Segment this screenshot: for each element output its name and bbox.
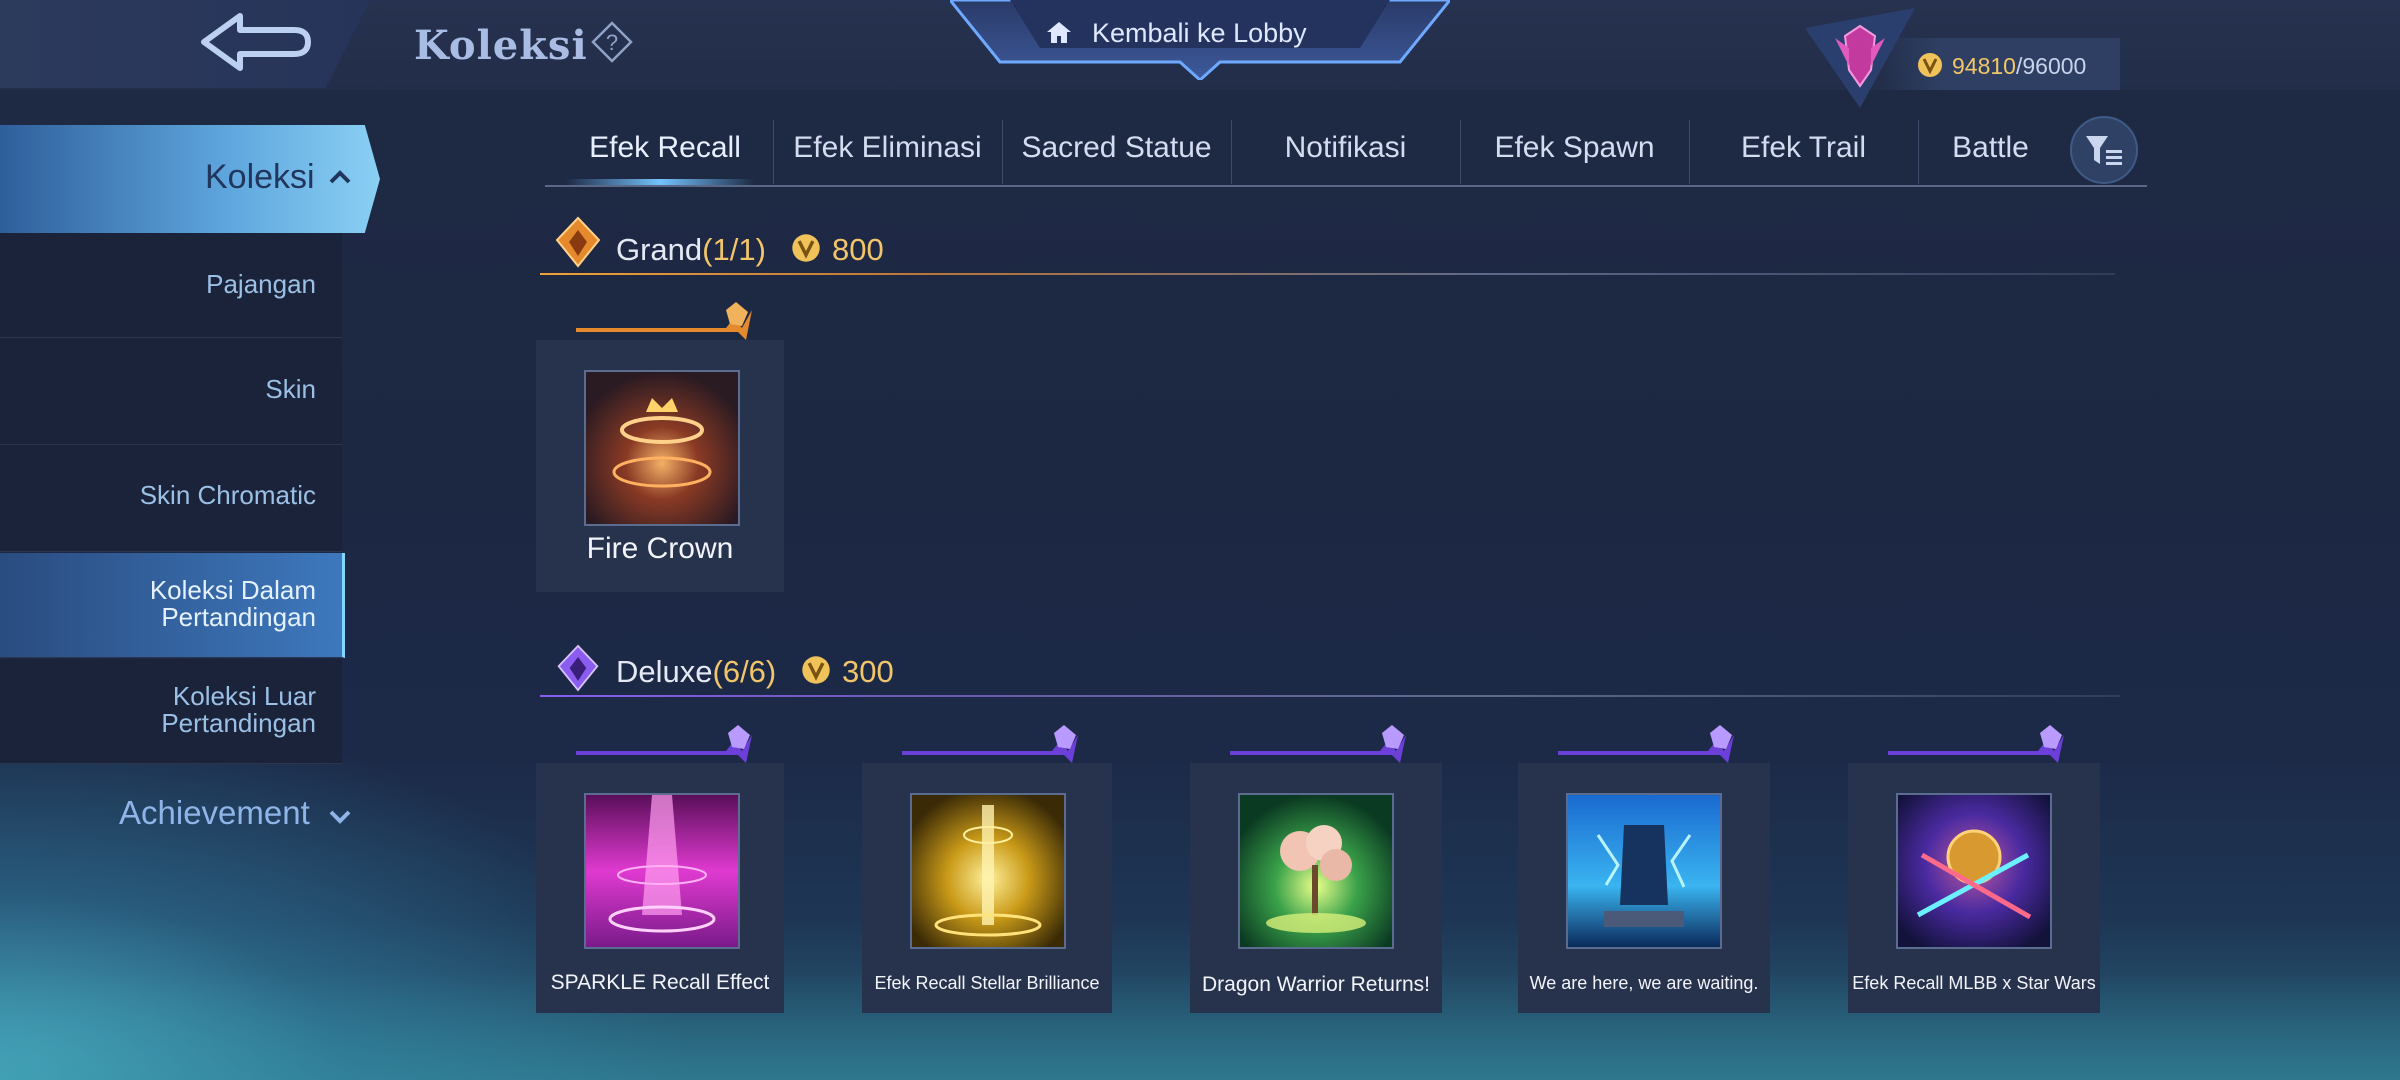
tab-battle[interactable]: Battle xyxy=(1918,120,2063,186)
sidebar-item-label: Koleksi Dalam Pertandingan xyxy=(149,575,316,632)
page-title: Koleksi xyxy=(414,22,588,69)
deluxe-count: (6/6) xyxy=(712,654,777,689)
deluxe-tier-icon xyxy=(557,644,599,692)
coin-icon xyxy=(1918,53,1942,77)
tab-efek-recall[interactable]: Efek Recall xyxy=(545,120,785,186)
stellar-brilliance-thumbnail xyxy=(910,793,1066,949)
active-tab-indicator xyxy=(565,179,755,185)
currency-max: 96000 xyxy=(2022,53,2087,79)
coin-icon xyxy=(802,656,830,684)
currency-current: 94810 xyxy=(1952,53,2016,79)
back-arrow-icon[interactable] xyxy=(190,8,320,78)
sidebar-item-label: Pajangan xyxy=(206,269,316,299)
coin-icon xyxy=(792,234,820,262)
sidebar-item-label: Skin Chromatic xyxy=(139,480,316,510)
currency-amount: 94810/96000 xyxy=(1952,53,2086,80)
effect-card-fire-crown[interactable]: Fire Crown xyxy=(536,302,784,592)
tab-efek-trail[interactable]: Efek Trail xyxy=(1689,120,1918,186)
card-name: Dragon Warrior Returns! xyxy=(1202,973,1430,996)
sidebar-item-pajangan[interactable]: Pajangan xyxy=(0,233,342,338)
card-name: Efek Recall Stellar Brilliance xyxy=(874,973,1100,993)
sidebar-item-koleksi-dalam-pertandingan[interactable]: Koleksi Dalam Pertandingan xyxy=(0,553,345,658)
category-tabs: Efek Recall Efek Eliminasi Sacred Statue… xyxy=(545,120,2145,186)
sparkle-thumbnail xyxy=(584,793,740,949)
deluxe-name: Deluxe xyxy=(616,654,713,689)
tab-notifikasi[interactable]: Notifikasi xyxy=(1231,120,1460,186)
card-name: Efek Recall MLBB x Star Wars xyxy=(1852,973,2096,993)
sidebar-item-skin-chromatic[interactable]: Skin Chromatic xyxy=(0,445,342,552)
effect-card-stellar-brilliance[interactable]: Efek Recall Stellar Brilliance xyxy=(862,725,1112,1013)
grand-section-divider xyxy=(540,273,2115,275)
tabs-baseline xyxy=(545,185,2147,187)
filter-icon xyxy=(2086,136,2122,165)
tab-efek-eliminasi[interactable]: Efek Eliminasi xyxy=(773,120,1002,186)
grand-count: (1/1) xyxy=(702,232,766,267)
sidebar-main-tab[interactable] xyxy=(0,125,380,233)
fire-crown-thumbnail xyxy=(584,370,740,526)
sidebar-item-koleksi-luar-pertandingan[interactable]: Koleksi Luar Pertandingan xyxy=(0,659,342,764)
sidebar-item-skin[interactable]: Skin xyxy=(0,338,342,445)
card-ribbon xyxy=(1230,725,1406,763)
dragon-warrior-thumbnail xyxy=(1238,793,1394,949)
svg-text:?: ? xyxy=(606,30,618,55)
tab-sacred-statue[interactable]: Sacred Statue xyxy=(1002,120,1231,186)
we-are-here-thumbnail xyxy=(1566,793,1722,949)
card-ribbon xyxy=(1888,725,2064,763)
effect-card-dragon-warrior[interactable]: Dragon Warrior Returns! xyxy=(1190,725,1442,1013)
card-name: We are here, we are waiting. xyxy=(1529,973,1759,993)
grand-tier-icon xyxy=(555,216,601,268)
sidebar-item-label: Koleksi Luar Pertandingan xyxy=(161,681,316,738)
sidebar-main-label: Koleksi xyxy=(205,158,315,196)
effect-card-star-wars[interactable]: Efek Recall MLBB x Star Wars xyxy=(1848,725,2100,1013)
lobby-label[interactable]: Kembali ke Lobby xyxy=(1092,18,1307,49)
effect-card-sparkle[interactable]: SPARKLE Recall Effect xyxy=(536,725,784,1013)
rank-emblem-icon xyxy=(1805,8,1915,108)
card-name: Fire Crown xyxy=(586,532,734,565)
sidebar-item-label: Skin xyxy=(265,374,316,404)
tab-efek-spawn[interactable]: Efek Spawn xyxy=(1460,120,1689,186)
grand-name: Grand xyxy=(616,232,703,267)
chevron-up-icon xyxy=(329,170,351,184)
card-ribbon xyxy=(576,302,752,340)
filter-button[interactable] xyxy=(2070,116,2138,184)
effect-card-we-are-here[interactable]: We are here, we are waiting. xyxy=(1518,725,1770,1013)
chevron-down-icon xyxy=(329,810,351,824)
home-icon xyxy=(1047,22,1071,43)
card-name: SPARKLE Recall Effect xyxy=(550,971,770,994)
star-wars-thumbnail xyxy=(1896,793,2052,949)
grand-section-title: Grand(1/1) xyxy=(616,232,766,268)
help-icon[interactable]: ? xyxy=(590,20,634,64)
deluxe-section-divider xyxy=(540,695,2120,697)
card-ribbon xyxy=(1558,725,1734,763)
sidebar-achievement[interactable]: Achievement xyxy=(119,794,310,832)
card-ribbon xyxy=(902,725,1078,763)
grand-price: 800 xyxy=(832,232,884,267)
card-ribbon xyxy=(576,725,752,763)
deluxe-price: 300 xyxy=(842,654,894,689)
deluxe-section-title: Deluxe(6/6) xyxy=(616,654,776,690)
